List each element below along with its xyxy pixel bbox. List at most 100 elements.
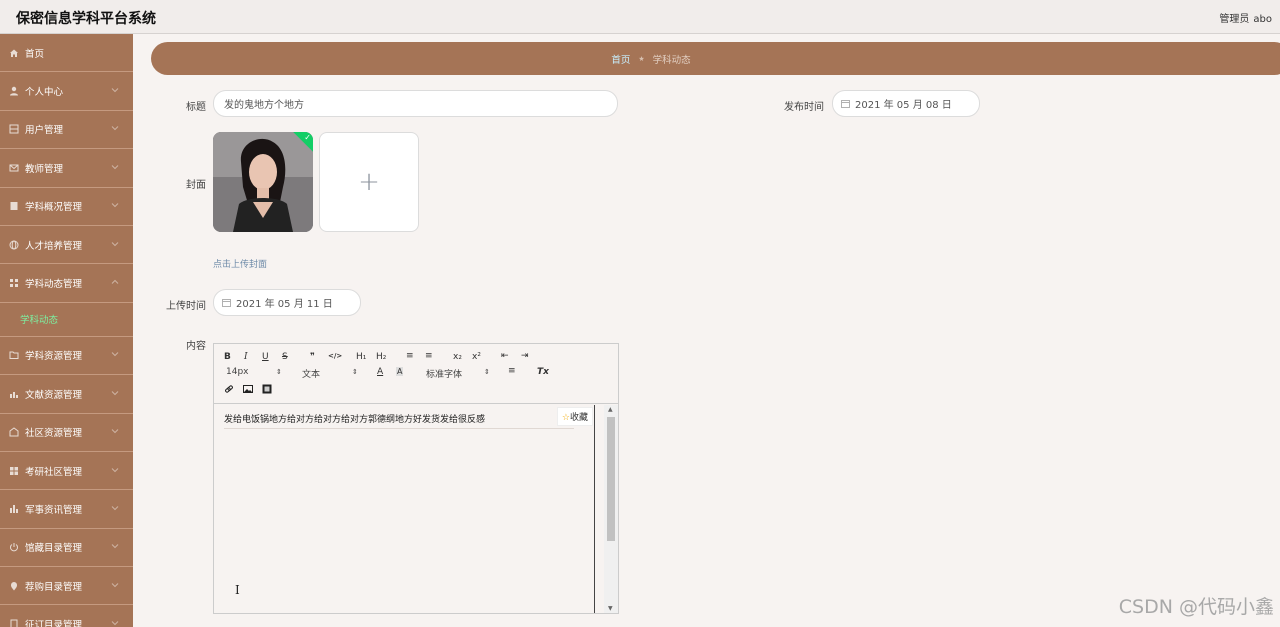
modules-icon [9, 466, 19, 476]
indent-button[interactable]: ⇥ [521, 351, 529, 361]
upload-time-input[interactable]: 2021 年 05 月 11 日 [213, 289, 361, 316]
h1-button[interactable]: H₁ [356, 352, 366, 362]
bars-icon [9, 504, 19, 514]
title-input-value: 发的鬼地方个地方 [224, 100, 304, 111]
sidebar-item-military[interactable]: 军事资讯管理 [0, 490, 133, 529]
cover-photo [213, 132, 313, 232]
chevron-down-icon [111, 542, 119, 550]
sidebar-item-teachers[interactable]: 教师管理 [0, 149, 133, 188]
breadcrumb: 首页 ★ 学科动态 [151, 42, 1280, 75]
sidebar-item-overview[interactable]: 学科概况管理 [0, 188, 133, 226]
sidebar-item-label: 学科动态管理 [25, 279, 83, 291]
italic-button[interactable]: I [244, 352, 248, 362]
title-label: 标题 [186, 102, 206, 113]
cover-label: 封面 [186, 180, 206, 191]
upload-time-label: 上传时间 [166, 301, 206, 312]
publish-time-label: 发布时间 [784, 102, 824, 113]
bullet-list-button[interactable]: ≡ [425, 351, 433, 361]
bold-button[interactable]: B [224, 352, 231, 362]
scroll-down-icon[interactable]: ▼ [608, 605, 613, 612]
sidebar-item-label: 文献资源管理 [25, 389, 83, 401]
chart-icon [9, 389, 19, 399]
sidebar-item-recommend[interactable]: 荐购目录管理 [0, 567, 133, 606]
scroll-up-icon[interactable]: ▲ [608, 406, 613, 413]
title-input[interactable]: 发的鬼地方个地方 [213, 90, 618, 117]
sidebar-item-label: 人才培养管理 [25, 240, 83, 252]
font-family-select[interactable]: 标准字体 [426, 367, 462, 380]
watermark: CSDN @代码小鑫 [1118, 596, 1274, 618]
sidebar-item-literature[interactable]: 文献资源管理 [0, 375, 133, 414]
sidebar-item-users[interactable]: 用户管理 [0, 111, 133, 150]
upload-cover-button[interactable]: + [319, 132, 419, 232]
align-button[interactable]: ≡ [508, 366, 516, 376]
user-info[interactable]: 管理员 abo [1219, 10, 1272, 25]
mail-icon [9, 163, 19, 173]
chevron-down-icon [111, 466, 119, 474]
favorite-button[interactable]: ☆收藏 [556, 407, 593, 426]
cover-image[interactable]: ✓ [213, 132, 313, 232]
star-icon: ☆ [561, 413, 570, 423]
sidebar-item-news-mgmt[interactable]: 学科动态管理 [0, 264, 133, 303]
chevron-down-icon [111, 86, 119, 94]
strike-button[interactable]: S [282, 352, 288, 362]
image-icon [243, 385, 253, 393]
doc-icon [9, 619, 19, 627]
sidebar-item-training[interactable]: 人才培养管理 [0, 226, 133, 265]
sidebar: 首页 个人中心 用户管理 教师管理 学科概况管理 人才培养管理 学科动态管理 学… [0, 34, 133, 627]
editor-scrollbar[interactable]: ▲ ▼ [604, 405, 618, 613]
link-button[interactable] [224, 384, 234, 397]
sidebar-item-community[interactable]: 社区资源管理 [0, 414, 133, 452]
pin-icon [9, 581, 19, 591]
editor-content[interactable]: 发给电饭锅地方给对方给对方给对方郭德纲地方好发货发给很反感 ☆收藏 [214, 405, 595, 613]
chevron-down-icon [111, 504, 119, 512]
sidebar-item-label: 社区资源管理 [25, 428, 83, 440]
chevron-down-icon [111, 427, 119, 435]
h2-button[interactable]: H₂ [376, 352, 386, 362]
sidebar-item-subscription[interactable]: 征订目录管理 [0, 605, 133, 627]
sidebar-item-label: 教师管理 [25, 163, 64, 175]
underline-button[interactable]: U [262, 352, 269, 362]
select-arrows-icon: ⇕ [276, 368, 282, 376]
subscript-button[interactable]: x₂ [453, 352, 462, 362]
image-button[interactable] [243, 384, 253, 397]
sidebar-item-resources[interactable]: 学科资源管理 [0, 337, 133, 376]
scroll-thumb[interactable] [607, 417, 615, 541]
clear-format-button[interactable]: Tx [537, 367, 549, 377]
text-style-select[interactable]: 文本 [302, 367, 320, 380]
editor-text: 发给电饭锅地方给对方给对方给对方郭德纲地方好发货发给很反感 [224, 412, 574, 429]
plus-icon: + [358, 167, 380, 197]
upload-hint: 点击上传封面 [213, 260, 268, 270]
sidebar-item-label: 学科资源管理 [25, 351, 83, 363]
globe-icon [9, 240, 19, 250]
sidebar-item-label: 首页 [25, 48, 45, 60]
link-icon [225, 385, 233, 393]
sidebar-item-exam-community[interactable]: 考研社区管理 [0, 452, 133, 491]
sidebar-item-profile[interactable]: 个人中心 [0, 72, 133, 111]
sidebar-item-home[interactable]: 首页 [0, 34, 133, 73]
home-icon [9, 48, 19, 58]
sidebar-item-collection[interactable]: 馆藏目录管理 [0, 529, 133, 568]
background-color-button[interactable]: A [396, 367, 404, 376]
publish-time-value: 2021 年 05 月 08 日 [855, 100, 952, 111]
publish-time-input[interactable]: 2021 年 05 月 08 日 [832, 90, 980, 117]
sidebar-subitem-news[interactable]: 学科动态 [0, 302, 133, 337]
chevron-up-icon [111, 278, 119, 286]
chevron-down-icon [111, 163, 119, 171]
font-size-select[interactable]: 14px [226, 367, 249, 377]
chevron-down-icon [111, 581, 119, 589]
code-button[interactable]: </> [328, 352, 342, 360]
sidebar-item-label: 军事资讯管理 [25, 504, 83, 516]
ordered-list-button[interactable]: ≡ [406, 351, 414, 361]
superscript-button[interactable]: x² [472, 352, 481, 362]
breadcrumb-home[interactable]: 首页 [611, 52, 630, 66]
folder-icon [9, 350, 19, 360]
quote-button[interactable]: ❞ [310, 352, 315, 362]
font-color-button[interactable]: A [377, 367, 383, 377]
outdent-button[interactable]: ⇤ [501, 351, 509, 361]
app-title: 保密信息学科平台系统 [16, 11, 156, 27]
video-button[interactable] [262, 384, 272, 397]
community-icon [9, 427, 19, 437]
sidebar-item-label: 考研社区管理 [25, 466, 83, 478]
calendar-icon [841, 99, 850, 108]
sidebar-item-label: 荐购目录管理 [25, 581, 83, 593]
